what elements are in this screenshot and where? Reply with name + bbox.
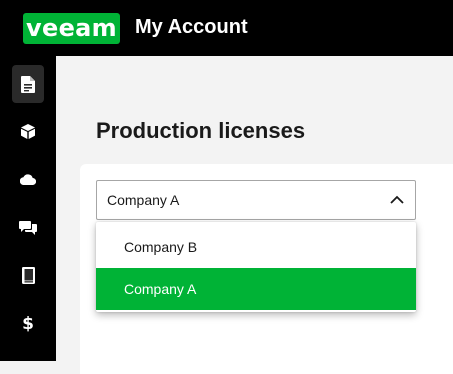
book-icon [21, 266, 35, 284]
chevron-up-icon [390, 195, 404, 204]
sidebar-item-licenses[interactable] [12, 65, 44, 103]
company-select[interactable]: Company A [96, 180, 416, 220]
sidebar-item-products[interactable] [12, 112, 44, 150]
chat-icon [19, 220, 37, 235]
app-title: My Account [135, 16, 248, 38]
company-select-value: Company A [107, 192, 180, 208]
dollar-icon: $ [22, 314, 34, 333]
main-content: Production licenses Company A Company B … [56, 56, 453, 374]
sidebar-item-docs[interactable] [12, 256, 44, 294]
sidebar-item-cloud[interactable] [12, 160, 44, 198]
cube-icon [21, 123, 35, 139]
sidebar: $ [0, 56, 56, 361]
top-bar: veeam My Account [0, 0, 453, 56]
company-dropdown: Company B Company A [96, 222, 416, 312]
page-title: Production licenses [96, 118, 306, 143]
svg-text:$: $ [22, 314, 34, 333]
option-label: Company A [124, 281, 197, 297]
dropdown-option-company-a[interactable]: Company A [96, 268, 416, 310]
option-label: Company B [124, 239, 198, 255]
logo-text: veeam [26, 13, 117, 42]
sidebar-item-billing[interactable]: $ [12, 304, 44, 342]
dropdown-option-company-b[interactable]: Company B [96, 226, 416, 268]
sidebar-item-support[interactable] [12, 209, 44, 247]
veeam-logo[interactable]: veeam [23, 13, 120, 44]
document-icon [21, 75, 35, 93]
cloud-icon [20, 173, 36, 185]
